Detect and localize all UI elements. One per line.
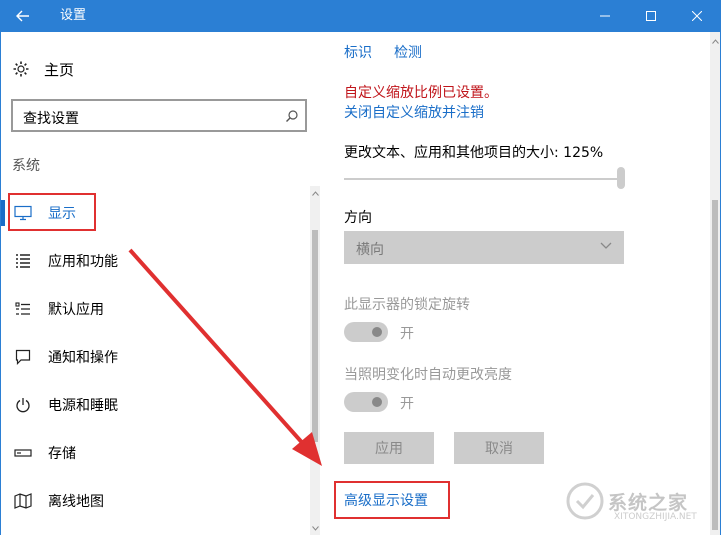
chevron-down-icon	[600, 242, 612, 249]
annotation-highlight-display	[8, 193, 96, 231]
toggle-knob	[372, 327, 382, 337]
window-title: 设置	[60, 8, 87, 23]
orientation-value: 横向	[356, 242, 384, 258]
watermark-text: 系统之家	[608, 492, 689, 514]
section-label-system: 系统	[12, 158, 40, 174]
default-apps-icon	[12, 298, 34, 320]
map-icon	[12, 490, 34, 512]
back-arrow-icon	[16, 10, 29, 22]
sidebar-item-label: 应用和功能	[48, 254, 118, 270]
rotation-lock-toggle[interactable]	[344, 322, 388, 342]
custom-scale-warning: 自定义缩放比例已设置。	[344, 85, 498, 101]
sidebar-item-default-apps[interactable]: 默认应用	[12, 291, 302, 327]
scale-slider-track[interactable]	[344, 178, 622, 180]
cancel-button[interactable]: 取消	[454, 432, 544, 464]
detect-link[interactable]: 检测	[394, 42, 422, 62]
sidebar-item-storage[interactable]: 存储	[12, 435, 302, 471]
content-scrollbar[interactable]	[710, 32, 720, 535]
auto-brightness-state: 开	[400, 396, 414, 412]
apply-button[interactable]: 应用	[344, 432, 434, 464]
window-border-left	[0, 32, 1, 535]
auto-brightness-toggle[interactable]	[344, 392, 388, 412]
auto-brightness-label: 当照明变化时自动更改亮度	[344, 367, 512, 383]
sidebar-item-label: 存储	[48, 446, 76, 462]
scale-slider-thumb[interactable]	[617, 167, 625, 189]
scroll-down-arrow-icon[interactable]	[310, 523, 320, 533]
orientation-label: 方向	[344, 210, 372, 226]
watermark-logo-icon	[566, 482, 604, 520]
toggle-knob	[372, 397, 382, 407]
search-box[interactable]: 查找设置	[11, 99, 307, 132]
power-icon	[12, 394, 34, 416]
sidebar-scrollbar[interactable]	[310, 186, 320, 535]
rotation-lock-label: 此显示器的锁定旋转	[344, 297, 470, 313]
storage-icon	[12, 442, 34, 464]
maximize-icon	[646, 11, 656, 21]
close-button[interactable]	[674, 0, 720, 32]
identify-link[interactable]: 标识	[344, 42, 372, 62]
search-icon[interactable]	[285, 109, 299, 123]
title-bar: 设置	[0, 0, 721, 32]
sidebar-item-label: 电源和睡眠	[48, 398, 118, 414]
gear-icon	[13, 61, 29, 77]
sidebar-item-label: 通知和操作	[48, 350, 118, 366]
close-icon	[692, 11, 702, 21]
disable-custom-scale-signout-link[interactable]: 关闭自定义缩放并注销	[344, 102, 484, 122]
sidebar-item-label: 默认应用	[48, 302, 104, 318]
minimize-button[interactable]	[582, 0, 628, 32]
rotation-lock-state: 开	[400, 326, 414, 342]
sidebar-item-notifications[interactable]: 通知和操作	[12, 339, 302, 375]
back-button[interactable]	[0, 0, 46, 32]
sidebar-scroll-thumb[interactable]	[312, 230, 318, 442]
home-nav-item[interactable]: 主页	[12, 56, 212, 82]
watermark-subtext: XITONGZHIJIA.NET	[614, 512, 697, 522]
active-indicator	[1, 200, 5, 226]
scroll-up-arrow-icon[interactable]	[310, 188, 320, 198]
content-scroll-thumb[interactable]	[712, 200, 718, 530]
sidebar-item-power-sleep[interactable]: 电源和睡眠	[12, 387, 302, 423]
sidebar-item-offline-maps[interactable]: 离线地图	[12, 483, 302, 519]
home-label: 主页	[44, 60, 75, 79]
apps-list-icon	[12, 250, 34, 272]
orientation-dropdown[interactable]: 横向	[344, 231, 624, 264]
annotation-highlight-advanced	[334, 481, 450, 519]
sidebar-item-label: 离线地图	[48, 494, 104, 510]
sidebar-item-apps-features[interactable]: 应用和功能	[12, 243, 302, 279]
notification-icon	[12, 346, 34, 368]
minimize-icon	[600, 15, 610, 17]
scroll-up-arrow-icon[interactable]	[710, 36, 720, 46]
watermark: 系统之家 XITONGZHIJIA.NET	[562, 476, 712, 526]
maximize-button[interactable]	[628, 0, 674, 32]
scale-label: 更改文本、应用和其他项目的大小: 125%	[344, 145, 604, 161]
search-placeholder: 查找设置	[23, 111, 79, 127]
